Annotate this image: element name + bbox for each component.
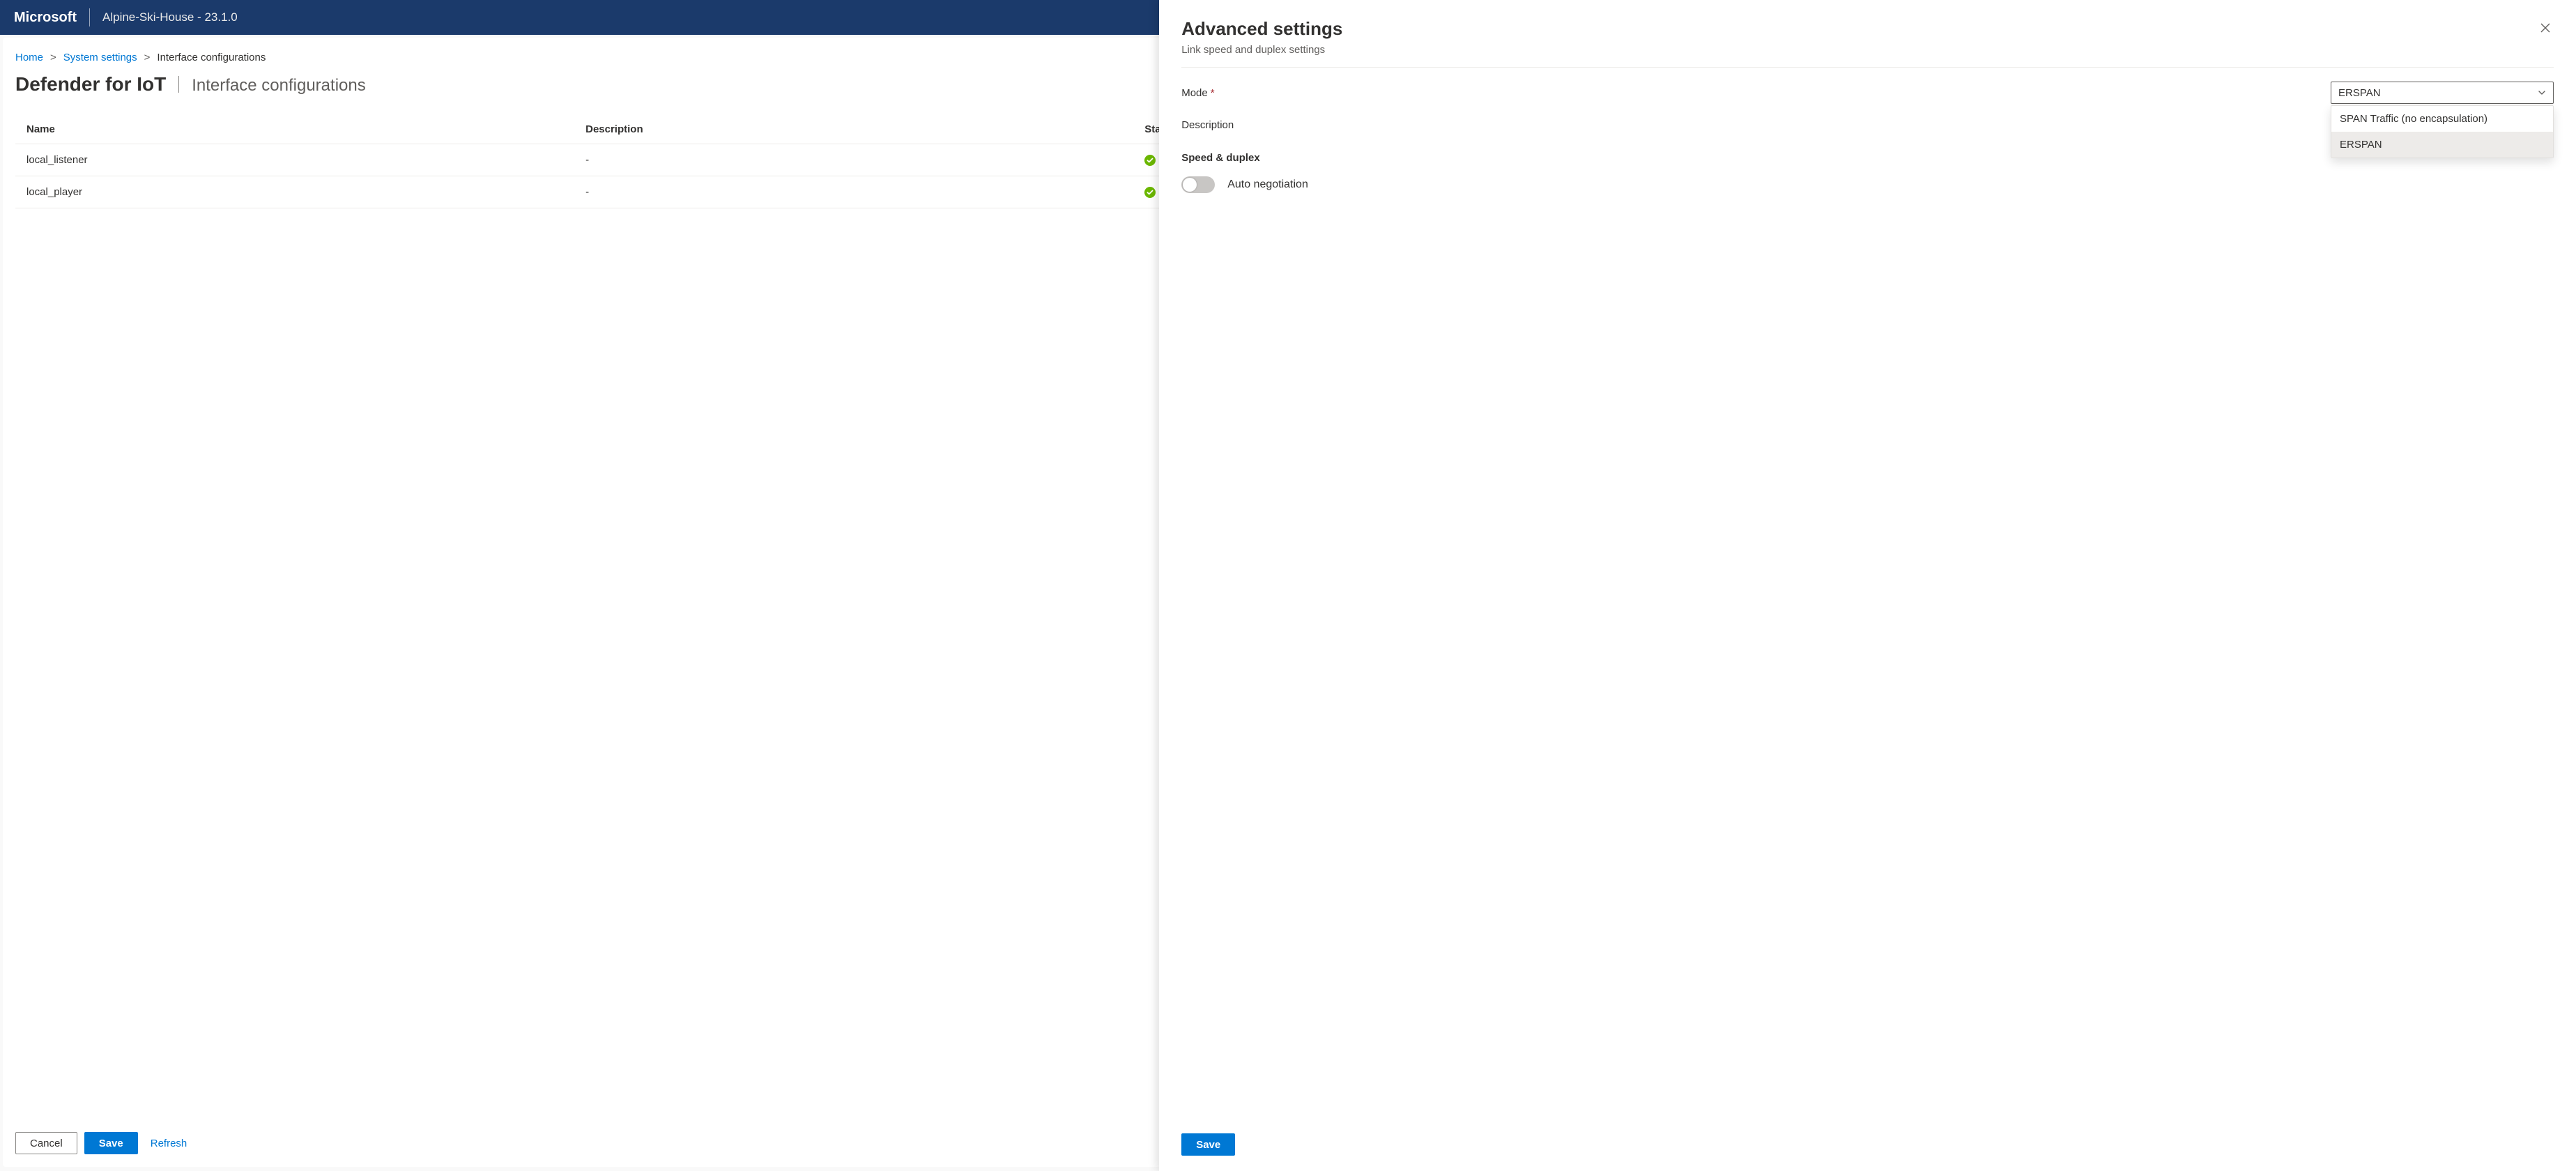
check-circle-icon — [1144, 155, 1156, 166]
panel-divider — [1181, 67, 2554, 68]
cancel-button[interactable]: Cancel — [15, 1132, 77, 1154]
panel-save-button[interactable]: Save — [1181, 1133, 1235, 1156]
brand-label: Microsoft — [14, 10, 77, 26]
description-label: Description — [1181, 119, 2317, 131]
cell-name: local_listener — [15, 144, 574, 176]
auto-negotiation-toggle[interactable] — [1181, 176, 1215, 193]
close-button[interactable] — [2537, 18, 2554, 39]
mode-option-span[interactable]: SPAN Traffic (no encapsulation) — [2331, 106, 2553, 132]
page-actions: Cancel Save Refresh — [15, 1132, 192, 1154]
mode-label: Mode* — [1181, 87, 2317, 99]
product-name: Defender for IoT — [15, 73, 166, 95]
required-indicator: * — [1211, 87, 1215, 99]
mode-selected-value: ERSPAN — [2338, 87, 2381, 99]
toggle-knob — [1183, 178, 1197, 192]
check-circle-icon — [1144, 187, 1156, 198]
breadcrumb-sep: > — [50, 52, 56, 63]
panel-subtitle: Link speed and duplex settings — [1181, 44, 1342, 56]
cell-description: - — [574, 176, 1133, 208]
mode-option-erspan[interactable]: ERSPAN — [2331, 132, 2553, 158]
breadcrumb-sep: > — [144, 52, 151, 63]
breadcrumb-system-settings[interactable]: System settings — [63, 52, 137, 63]
mode-label-text: Mode — [1181, 87, 1208, 99]
breadcrumb-home[interactable]: Home — [15, 52, 43, 63]
breadcrumb-current: Interface configurations — [157, 52, 266, 63]
col-description[interactable]: Description — [574, 115, 1133, 144]
title-divider — [178, 76, 179, 93]
advanced-settings-panel: Advanced settings Link speed and duplex … — [1159, 0, 2576, 1171]
topbar-divider — [89, 8, 90, 26]
page-subtitle: Interface configurations — [192, 76, 365, 95]
col-name[interactable]: Name — [15, 115, 574, 144]
mode-dropdown-control[interactable]: ERSPAN — [2331, 82, 2554, 104]
mode-dropdown-menu: SPAN Traffic (no encapsulation) ERSPAN — [2331, 105, 2554, 158]
refresh-link[interactable]: Refresh — [145, 1138, 193, 1149]
cell-name: local_player — [15, 176, 574, 208]
close-icon — [2540, 20, 2551, 37]
cell-description: - — [574, 144, 1133, 176]
mode-dropdown[interactable]: ERSPAN SPAN Traffic (no encapsulation) E… — [2331, 82, 2554, 104]
auto-negotiation-label: Auto negotiation — [1227, 178, 1308, 191]
panel-title: Advanced settings — [1181, 18, 1342, 40]
tenant-label: Alpine-Ski-House - 23.1.0 — [102, 10, 238, 24]
save-button[interactable]: Save — [84, 1132, 138, 1154]
chevron-down-icon — [2538, 89, 2546, 97]
